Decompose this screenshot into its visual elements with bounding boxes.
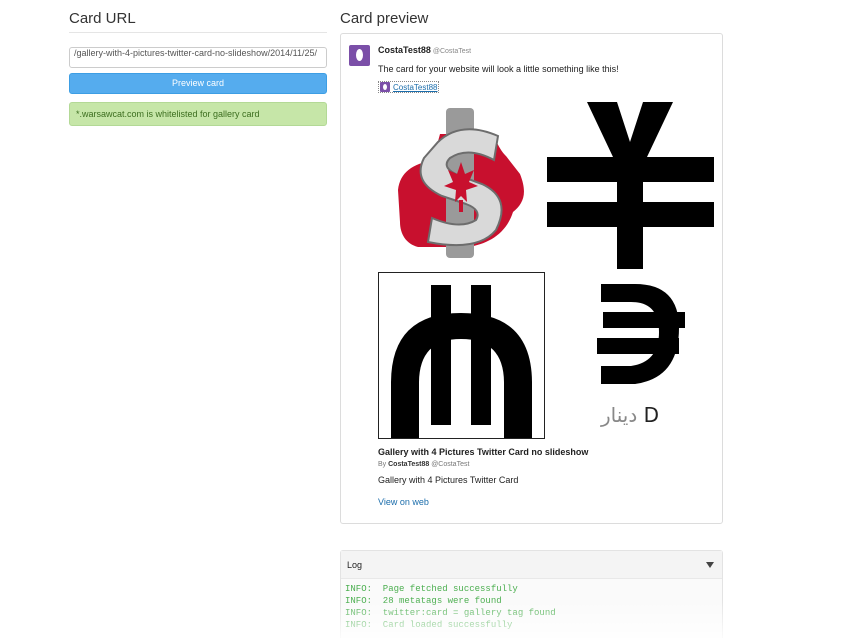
log-title: Log [347,560,363,570]
mini-avatar-icon [380,82,390,92]
tweet-handle: @CostaTest [432,48,472,55]
log-lines: INFO: Page fetched successfully INFO: 28… [341,579,722,635]
card-attribution-link[interactable]: CostaTest88 [378,81,440,93]
view-on-web-link[interactable]: View on web [378,497,429,507]
tweet-username[interactable]: CostaTest88 @CostaTest [378,45,471,55]
log-header[interactable]: Log [341,551,722,579]
card-attribution-text: CostaTest88 [393,82,438,92]
caret-down-icon[interactable] [706,562,714,568]
byline-user[interactable]: CostaTest88 [388,461,429,468]
manat-icon [379,273,544,438]
card-url-title: Card URL [69,0,327,33]
yen-icon [547,102,714,269]
card-title: Gallery with 4 Pictures Twitter Card no … [378,447,589,457]
card-description: Gallery with 4 Pictures Twitter Card [378,475,519,485]
tweet-card: CostaTest88 @CostaTest The card for your … [340,33,723,524]
log-line: INFO: twitter:card = gallery tag found [345,608,556,618]
dinar-label: دينار D [600,403,659,427]
gallery-image-yen[interactable] [547,102,714,269]
gallery-image-dinar[interactable]: دينار D [547,272,714,439]
card-preview-title: Card preview [340,10,429,27]
dinar-latin-first: D [644,403,659,427]
dollar-icon [398,108,524,258]
byline-prefix: By [378,461,387,468]
card-url-panel: Card URL /2014/11/25/gallery-with-4-pict… [69,0,327,126]
log-panel: Log INFO: Page fetched successfully INFO… [340,550,723,638]
log-line: INFO: Card loaded successfully [345,620,513,630]
whitelist-alert: *.warsawcat.com is whitelisted for galle… [69,102,327,126]
byline-handle: @CostaTest [431,461,470,468]
preview-card-button[interactable]: Preview card [69,73,327,94]
username-text: CostaTest88 [378,45,431,55]
dinar-arabic-text: دينار [600,403,637,427]
tweet-text: The card for your website will look a li… [378,64,619,74]
dinar-icon: دينار D [547,272,714,439]
card-url-input[interactable]: /2014/11/25/gallery-with-4-pictures-twit… [69,47,327,68]
card-preview-panel: Card preview CostaTest88 @CostaTest The c… [340,0,723,638]
log-line: INFO: Page fetched successfully [345,584,518,594]
card-byline: By CostaTest88 @CostaTest [378,461,469,468]
gallery-image-manat[interactable] [378,272,545,439]
log-line: INFO: 28 metatags were found [345,596,502,606]
avatar[interactable] [349,45,370,66]
gallery-image-dollar[interactable] [378,102,545,269]
gallery-grid: دينار D [378,102,714,439]
